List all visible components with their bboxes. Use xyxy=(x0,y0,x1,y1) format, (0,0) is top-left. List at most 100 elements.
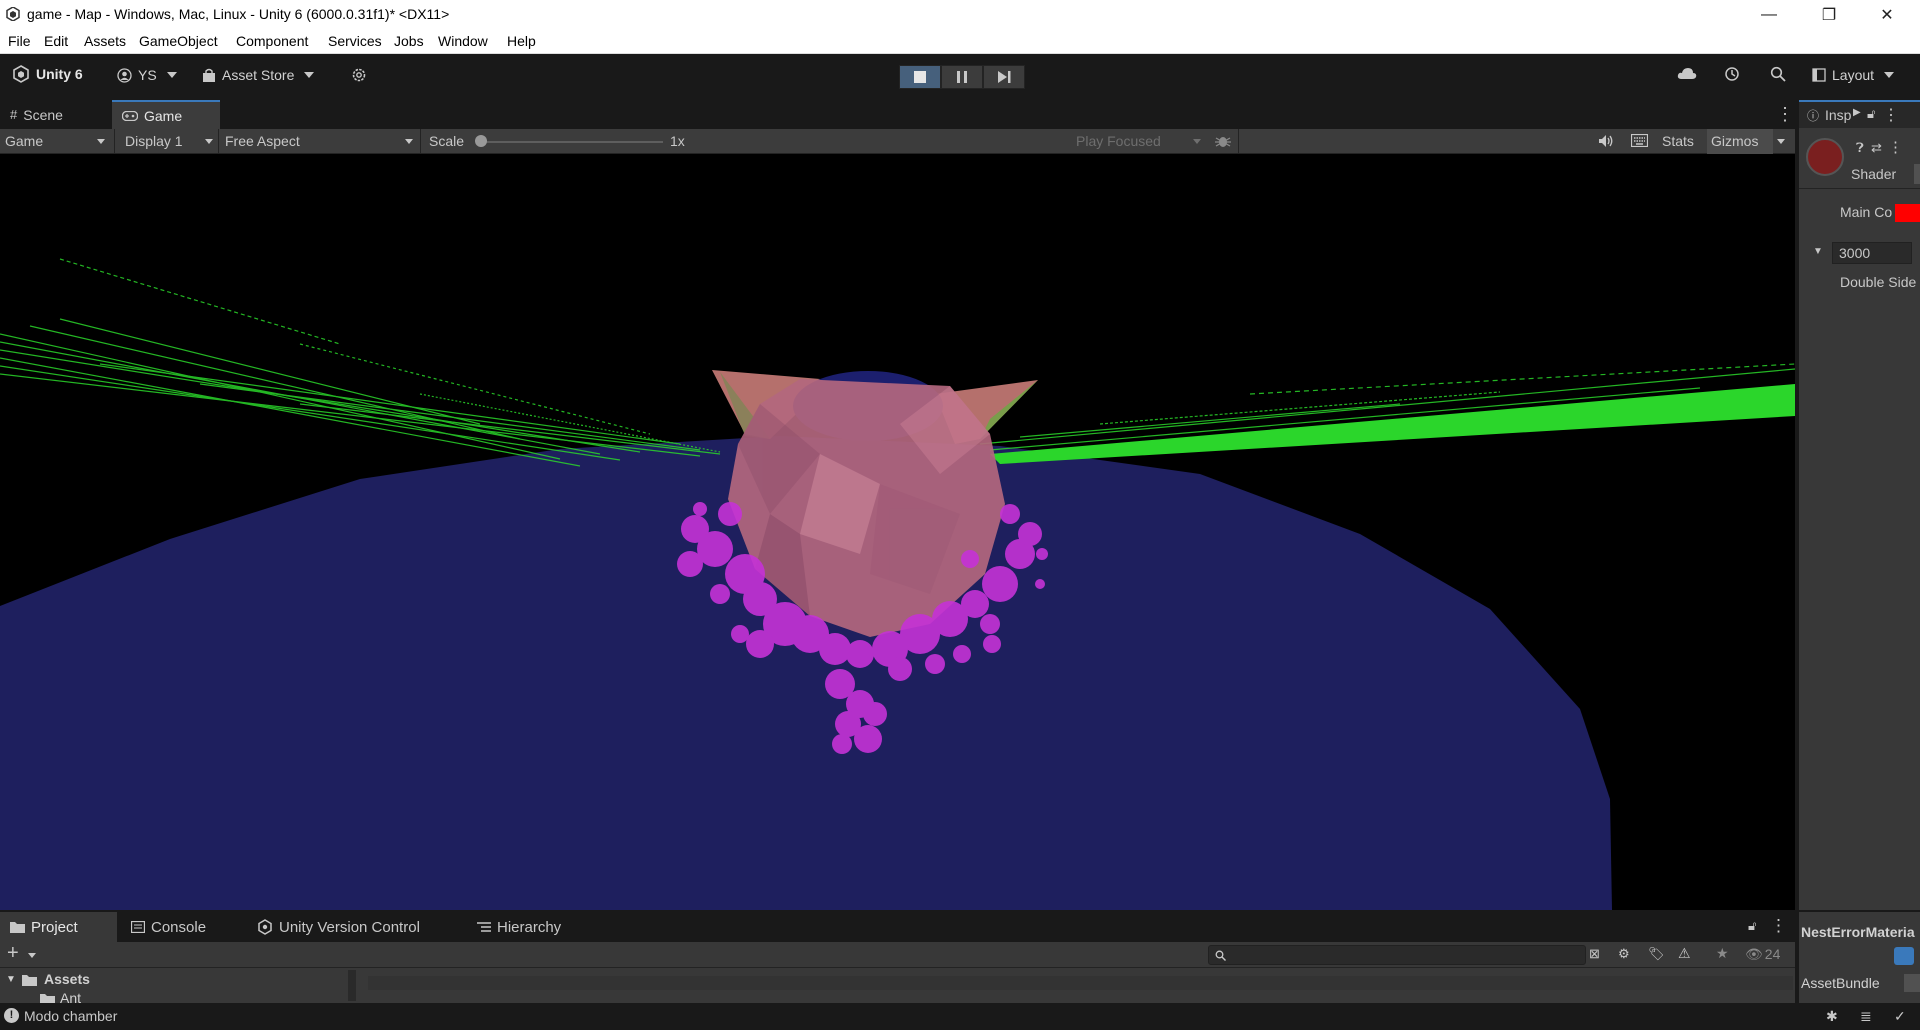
add-icon[interactable]: + xyxy=(7,942,19,965)
hidden-packages-toggle[interactable]: 👁︎ 24 xyxy=(1745,946,1780,963)
view-mode-dropdown[interactable]: Game xyxy=(5,133,43,149)
warning-icon[interactable]: ⚠︎ xyxy=(1678,945,1691,962)
window-title: game - Map - Windows, Mac, Linux - Unity… xyxy=(27,6,450,22)
tab-scene[interactable]: # Scene xyxy=(0,100,73,129)
tab-version-control-label: Unity Version Control xyxy=(279,918,420,936)
chevron-down-icon[interactable] xyxy=(28,953,36,958)
menu-edit[interactable]: Edit xyxy=(44,33,68,49)
scene-render xyxy=(0,258,1795,910)
status-message[interactable]: Modo chamber xyxy=(24,1008,117,1024)
package-settings-button[interactable] xyxy=(351,67,367,83)
menu-services[interactable]: Services xyxy=(328,33,382,49)
chevron-down-icon xyxy=(166,72,177,78)
step-button[interactable] xyxy=(983,65,1025,89)
lock-icon[interactable]: 🔓︎ xyxy=(1867,106,1875,122)
status-bar: ! Modo chamber ✱ ≣ ✓ xyxy=(0,1003,1920,1030)
hierarchy-icon xyxy=(477,922,491,932)
tab-hierarchy-label: Hierarchy xyxy=(497,918,562,936)
keyboard-icon[interactable] xyxy=(1630,133,1649,150)
tab-game-label: Game xyxy=(144,107,183,124)
game-view[interactable] xyxy=(0,154,1795,910)
search-by-type-icon[interactable]: ⊠ xyxy=(1589,946,1600,962)
close-button[interactable]: ✕ xyxy=(1858,0,1916,29)
audio-icon[interactable] xyxy=(1598,134,1614,151)
tab-project-label: Project xyxy=(31,918,78,936)
folder-icon xyxy=(40,994,55,1003)
info-icon: ⓘ xyxy=(1807,109,1820,123)
more-vertical-icon: ⋮ xyxy=(1776,104,1794,124)
history-button[interactable] xyxy=(1724,66,1740,82)
filter-type-icon[interactable]: ⚙︎ xyxy=(1618,946,1630,962)
menu-window[interactable]: Window xyxy=(438,33,488,49)
lock-icon[interactable]: 🔓︎ xyxy=(1748,918,1756,934)
menu-jobs[interactable]: Jobs xyxy=(394,33,424,49)
inspector-tab[interactable]: ⓘ Insp ▶ 🔓︎ ⋮ xyxy=(1799,100,1920,128)
shader-dropdown[interactable] xyxy=(1914,164,1920,184)
view-tabs: # Scene Game ⋮ xyxy=(0,100,1795,129)
menu-file[interactable]: File xyxy=(8,33,31,49)
title-bar: game - Map - Windows, Mac, Linux - Unity… xyxy=(0,0,1920,29)
more-vertical-icon[interactable]: ⋮ xyxy=(1888,138,1903,156)
chevron-down-icon xyxy=(405,139,413,144)
chevron-right-icon[interactable]: ▶ xyxy=(1853,107,1861,118)
chevron-down-icon[interactable] xyxy=(1777,139,1785,144)
more-vertical-icon[interactable]: ⋮ xyxy=(1770,916,1787,936)
tag-icon[interactable] xyxy=(1894,947,1914,965)
restore-button[interactable]: ❐ xyxy=(1800,0,1858,29)
layout-dropdown[interactable]: Layout xyxy=(1812,67,1895,83)
unity-account-button[interactable]: Unity 6 xyxy=(12,65,83,83)
bottom-tabs: Project Console Unity Version Control Hi… xyxy=(0,912,1795,942)
tab-console[interactable]: Console xyxy=(121,912,216,942)
scale-slider-thumb[interactable] xyxy=(475,135,487,147)
bug-icon[interactable] xyxy=(1214,132,1232,153)
asset-preview-panel: NestErrorMateria AssetBundle xyxy=(1797,912,1920,1003)
tab-game[interactable]: Game xyxy=(112,100,220,129)
menu-help[interactable]: Help xyxy=(507,33,536,49)
settings-sliders-icon[interactable]: ⇄ xyxy=(1871,140,1882,156)
progress-check-icon[interactable]: ✓ xyxy=(1894,1008,1906,1025)
shader-label: Shader xyxy=(1851,166,1897,182)
gear-icon xyxy=(352,68,366,82)
assets-folder[interactable]: Assets xyxy=(44,971,90,987)
folder-open-icon xyxy=(22,975,37,986)
stats-button[interactable]: Stats xyxy=(1662,133,1694,149)
more-vertical-icon[interactable]: ⋮ xyxy=(1883,105,1899,125)
folder-icon xyxy=(10,922,25,933)
display-dropdown[interactable]: Display 1 xyxy=(125,133,183,149)
menu-gameobject[interactable]: GameObject xyxy=(139,33,218,49)
account-dropdown[interactable]: YS xyxy=(117,67,177,83)
label-tag-icon[interactable]: 🏷︎ xyxy=(1648,946,1665,962)
minimize-button[interactable]: — xyxy=(1740,0,1798,29)
ant-folder[interactable]: Ant xyxy=(60,990,81,1003)
chevron-down-icon xyxy=(205,139,213,144)
material-name: NestErrorMateria xyxy=(1801,924,1915,940)
tab-hierarchy[interactable]: Hierarchy xyxy=(467,912,571,942)
main-color-swatch[interactable] xyxy=(1895,204,1920,222)
menu-component[interactable]: Component xyxy=(236,33,308,49)
cache-server-icon[interactable]: ≣ xyxy=(1860,1008,1872,1025)
menu-assets[interactable]: Assets xyxy=(84,33,126,49)
project-toolbar: + ⊠ ⚙︎ 🏷︎ ⚠︎ ★ 👁︎ 24 xyxy=(0,942,1795,968)
scale-slider-track[interactable] xyxy=(479,141,663,143)
pause-button[interactable] xyxy=(941,65,983,89)
star-icon[interactable]: ★ xyxy=(1716,945,1729,962)
chevron-down-icon xyxy=(1193,139,1201,144)
tree-splitter[interactable] xyxy=(348,970,356,1001)
cloud-button[interactable] xyxy=(1677,66,1697,80)
debug-bug-icon[interactable]: ✱ xyxy=(1826,1008,1838,1025)
search-button[interactable] xyxy=(1770,66,1786,82)
chevron-down-icon[interactable]: ▼ xyxy=(1813,246,1823,257)
pause-icon xyxy=(957,71,967,83)
project-search-input[interactable] xyxy=(1208,945,1586,965)
tab-version-control[interactable]: Unity Version Control xyxy=(247,912,430,942)
play-focused-dropdown[interactable]: Play Focused xyxy=(1076,133,1161,149)
chevron-down-icon[interactable]: ▼ xyxy=(6,974,16,985)
asset-bundle-dropdown[interactable] xyxy=(1904,974,1920,992)
aspect-dropdown[interactable]: Free Aspect xyxy=(225,133,300,149)
asset-store-dropdown[interactable]: Asset Store xyxy=(202,67,315,83)
help-icon[interactable]: ❓︎ xyxy=(1856,140,1864,156)
render-queue-field[interactable]: 3000 xyxy=(1832,242,1912,264)
console-icon xyxy=(131,921,145,933)
tab-project[interactable]: Project xyxy=(0,912,117,942)
play-button[interactable] xyxy=(899,65,941,89)
